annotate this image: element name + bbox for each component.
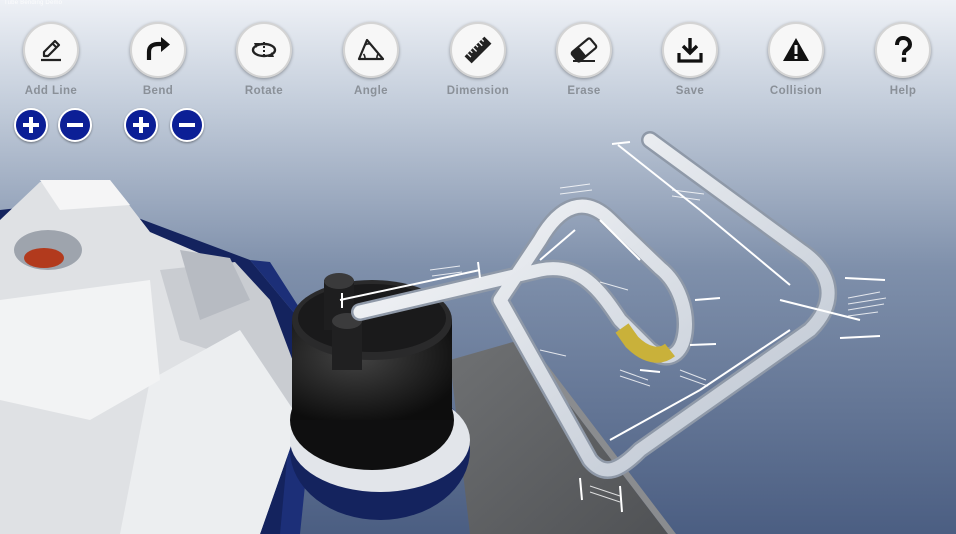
rotate-label: Rotate [244,85,284,97]
bend-increase-button[interactable] [124,108,158,142]
dimension-label: Dimension [446,85,510,97]
download-icon [677,38,703,63]
rotate-button[interactable]: Rotate [219,22,309,97]
angle-button[interactable]: Angle [326,22,416,97]
add-line-button[interactable]: Add Line [6,22,96,97]
collision-label: Collision [769,85,823,97]
bend-label: Bend [142,85,174,97]
ruler-icon [464,36,492,64]
save-button[interactable]: Save [645,22,735,97]
eraser-icon [570,37,598,63]
rotate-icon [251,42,277,58]
help-label: Help [889,85,917,97]
plus-icon [133,117,149,133]
warning-icon [783,38,809,61]
collision-button[interactable]: Collision [751,22,841,97]
question-icon [895,35,913,62]
minus-icon [179,123,195,127]
add-line-decrease-button[interactable] [58,108,92,142]
angle-icon [357,38,385,61]
help-button[interactable]: Help [858,22,948,97]
bend-button[interactable]: Bend [113,22,203,97]
add-line-increase-button[interactable] [14,108,48,142]
pencil-icon [41,39,61,62]
toolbar: Add Line Bend Rotate Angle Dimension Era… [0,0,956,100]
curved-arrow-icon [146,37,170,60]
erase-label: Erase [567,85,601,97]
bend-decrease-button[interactable] [170,108,204,142]
plus-icon [23,117,39,133]
save-label: Save [675,85,705,97]
minus-icon [67,123,83,127]
angle-label: Angle [354,85,388,97]
erase-button[interactable]: Erase [539,22,629,97]
dimension-button[interactable]: Dimension [433,22,523,97]
add-line-label: Add Line [24,85,78,97]
